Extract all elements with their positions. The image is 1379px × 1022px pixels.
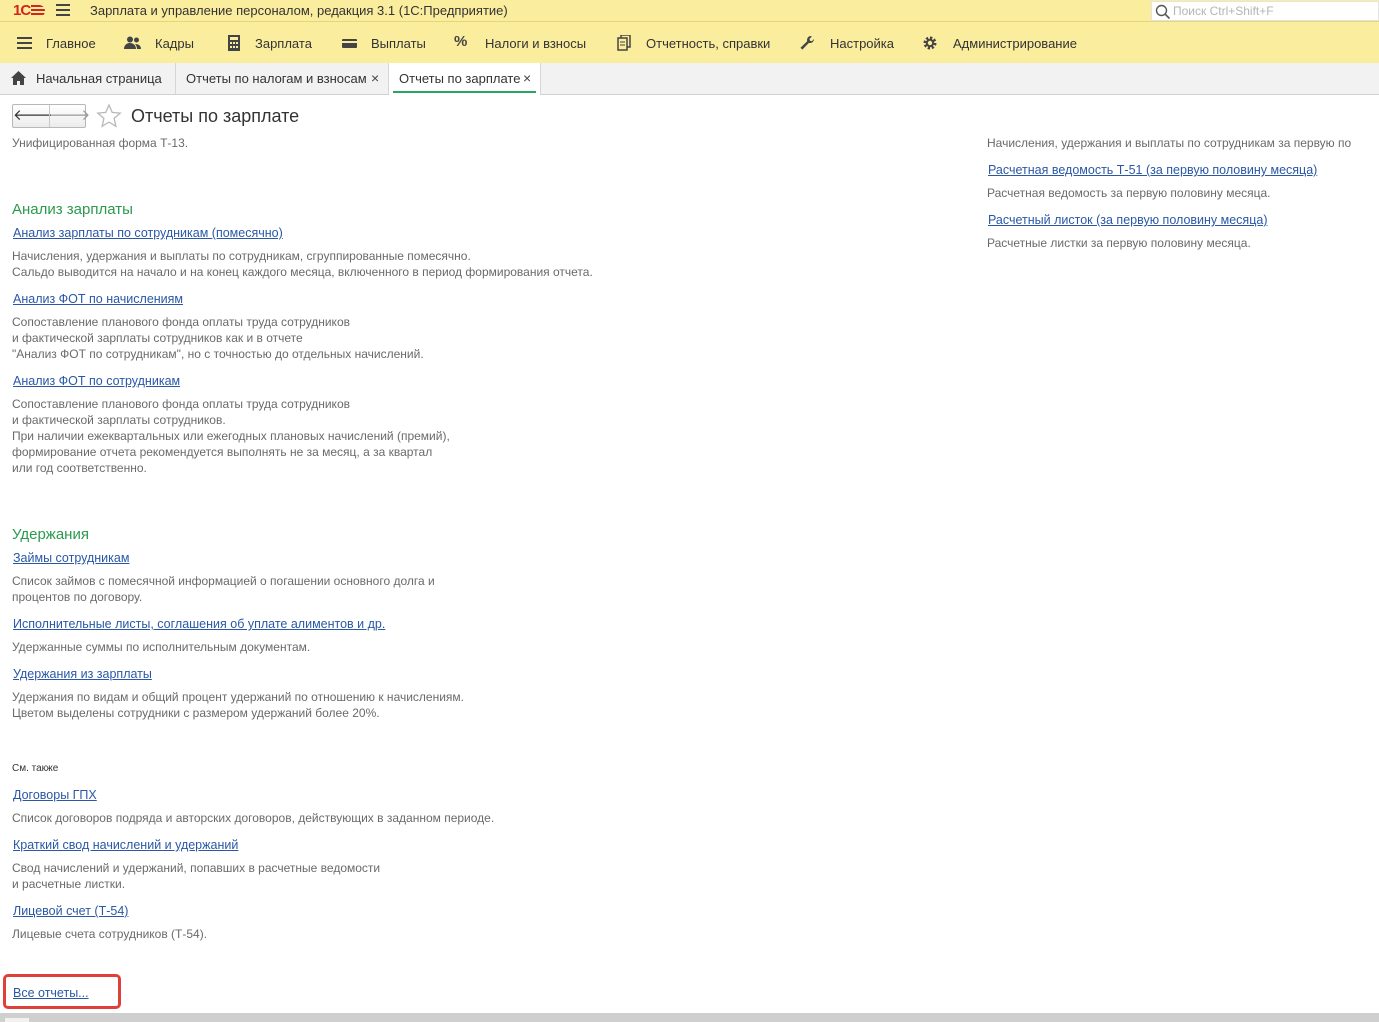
report-link-loans[interactable]: Займы сотрудникам [13, 550, 129, 566]
search-icon [1155, 4, 1171, 20]
see-also-title: См. также [12, 763, 59, 774]
report-description: и фактической зарплаты сотрудников как и… [12, 331, 303, 345]
report-description: Удержания по видам и общий процент удерж… [12, 690, 465, 704]
close-tab-icon[interactable]: × [371, 70, 379, 86]
app-title: Зарплата и управление персоналом, редакц… [90, 3, 508, 18]
report-link-deductions[interactable]: Удержания из зарплаты [13, 666, 152, 682]
wrench-icon [800, 36, 815, 50]
report-description: Удержанные суммы по исполнительным докум… [12, 640, 311, 654]
report-description: Расчетные листки за первую половину меся… [987, 236, 1251, 250]
group-title-deductions: Удержания [12, 526, 89, 543]
report-description: Свод начислений и удержаний, попавших в … [12, 861, 381, 875]
report-link-gph-contracts[interactable]: Договоры ГПХ [13, 787, 97, 803]
tab-tax-reports[interactable]: Отчеты по налогам и взносам × [176, 63, 389, 94]
scrollbar-thumb[interactable] [5, 1018, 29, 1022]
report-description: Список договоров подряда и авторских дог… [12, 811, 495, 825]
all-reports-link[interactable]: Все отчеты... [13, 985, 89, 1001]
report-description: Лицевые счета сотрудников (Т-54). [12, 927, 208, 941]
back-button[interactable]: 🡐 [13, 106, 53, 126]
group-title-analysis: Анализ зарплаты [12, 201, 133, 218]
people-icon [124, 36, 141, 49]
report-description: Сопоставление планового фонда оплаты тру… [12, 315, 350, 329]
report-description: "Анализ ФОТ по сотрудникам", но с точнос… [12, 347, 424, 361]
report-description: Список займов с помесячной информацией о… [12, 574, 435, 588]
report-description: При наличии ежеквартальных или ежегодных… [12, 429, 450, 443]
calculator-icon [228, 35, 240, 51]
report-link-summary[interactable]: Краткий свод начислений и удержаний [13, 837, 238, 853]
section-label: Администрирование [953, 36, 1077, 51]
report-link-payslip[interactable]: Расчетный листок (за первую половину мес… [988, 212, 1267, 228]
gear-icon [923, 36, 937, 50]
title-bar: 1С Зарплата и управление персоналом, ред… [0, 0, 1379, 22]
menu-lines-icon [17, 37, 32, 49]
report-link-salary-analysis[interactable]: Анализ зарплаты по сотрудникам (помесячн… [13, 225, 283, 241]
report-description: Расчетная ведомость за первую половину м… [987, 186, 1271, 200]
report-description: Унифицированная форма Т-13. [12, 136, 189, 150]
report-description: и расчетные листки. [12, 877, 126, 891]
section-label: Зарплата [255, 36, 312, 51]
section-label: Налоги и взносы [485, 36, 587, 51]
report-description: Начисления, удержания и выплаты по сотру… [987, 136, 1352, 150]
app-logo[interactable]: 1С [13, 2, 46, 20]
documents-icon [617, 35, 631, 51]
section-label: Кадры [155, 36, 194, 51]
tab-label: Начальная страница [36, 71, 162, 86]
report-description: формирование отчета рекомендуется выполн… [12, 445, 433, 459]
report-link-fot-accruals[interactable]: Анализ ФОТ по начислениям [13, 291, 183, 307]
report-description: процентов по договору. [12, 590, 143, 604]
report-link-writs[interactable]: Исполнительные листы, соглашения об упла… [13, 616, 385, 632]
tab-label: Отчеты по налогам и взносам [186, 71, 367, 86]
report-description: Сальдо выводится на начало и на конец ка… [12, 265, 593, 279]
report-description: Начисления, удержания и выплаты по сотру… [12, 249, 471, 263]
global-search[interactable] [1151, 1, 1379, 21]
report-description: и фактической зарплаты сотрудников. [12, 413, 226, 427]
open-tabs-bar: Начальная страница Отчеты по налогам и в… [0, 63, 1379, 95]
close-tab-icon[interactable]: × [523, 70, 531, 86]
tab-salary-reports[interactable]: Отчеты по зарплате × [389, 63, 541, 95]
tab-label: Отчеты по зарплате [399, 71, 521, 86]
section-label: Главное [46, 36, 96, 51]
percent-icon: % [454, 33, 468, 50]
sections-panel: Главное Кадры Зарплата Выплаты % Налоги … [0, 22, 1379, 63]
report-description: или год соответственно. [12, 461, 147, 475]
tab-home[interactable]: Начальная страница [0, 63, 176, 94]
page-title: Отчеты по зарплате [131, 106, 300, 126]
forward-button[interactable]: 🡒 [50, 106, 90, 126]
navigation-buttons: 🡐 🡒 [12, 104, 90, 128]
wallet-icon [342, 39, 357, 48]
report-link-payroll-t51[interactable]: Расчетная ведомость Т-51 (за первую поло… [988, 162, 1317, 178]
report-link-personal-account[interactable]: Лицевой счет (Т-54) [13, 903, 128, 919]
search-input[interactable] [1173, 3, 1373, 19]
section-label: Отчетность, справки [646, 36, 771, 51]
home-icon [11, 71, 26, 85]
horizontal-scrollbar[interactable] [0, 1013, 1379, 1022]
section-label: Выплаты [371, 36, 426, 51]
section-label: Настройка [830, 36, 894, 51]
active-tab-indicator [393, 91, 536, 93]
main-menu-icon[interactable] [56, 4, 70, 17]
report-link-fot-employees[interactable]: Анализ ФОТ по сотрудникам [13, 373, 180, 389]
report-description: Сопоставление планового фонда оплаты тру… [12, 397, 350, 411]
favorite-star-icon[interactable] [96, 103, 122, 129]
report-description: Цветом выделены сотрудники с размером уд… [12, 706, 380, 720]
